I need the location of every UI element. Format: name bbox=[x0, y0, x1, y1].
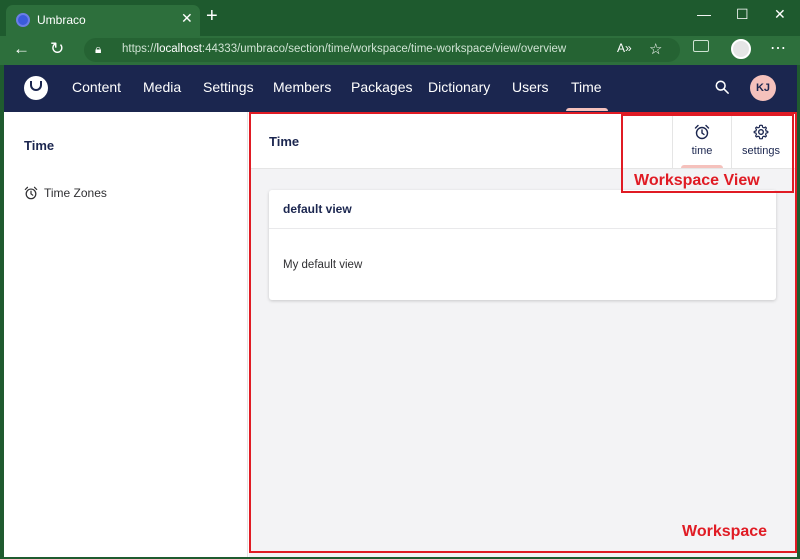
section-users[interactable]: Users bbox=[512, 79, 549, 95]
tab-title: Umbraco bbox=[37, 13, 86, 27]
workspace-annotation-label: Workspace bbox=[682, 523, 768, 540]
section-content[interactable]: Content bbox=[72, 79, 121, 95]
browser-toolbar: ← ↻ 🔒︎ https://localhost:44333/umbraco/s… bbox=[0, 36, 800, 65]
sidebar: Time Time Zones bbox=[4, 112, 248, 557]
user-avatar[interactable]: KJ bbox=[750, 75, 776, 101]
search-icon[interactable] bbox=[715, 80, 729, 94]
browser-tab[interactable]: Umbraco ✕ bbox=[6, 5, 200, 36]
workspace-view-annotation-label: Workspace View bbox=[634, 172, 760, 189]
section-members[interactable]: Members bbox=[273, 79, 331, 95]
active-section-indicator bbox=[566, 108, 608, 111]
umbraco-favicon-icon bbox=[16, 13, 30, 27]
maximize-button[interactable]: ☐ bbox=[736, 6, 749, 23]
tree-item-time-zones[interactable]: Time Zones bbox=[24, 186, 107, 200]
tree-item-label: Time Zones bbox=[44, 186, 107, 200]
alarm-clock-icon bbox=[24, 186, 38, 200]
url-text[interactable]: https://localhost:44333/umbraco/section/… bbox=[122, 43, 566, 55]
minimize-button[interactable]: — bbox=[697, 6, 711, 22]
sidebar-title: Time bbox=[24, 138, 55, 153]
tab-close-icon[interactable]: ✕ bbox=[181, 10, 193, 27]
address-bar[interactable]: 🔒︎ https://localhost:44333/umbraco/secti… bbox=[84, 38, 680, 62]
browser-profile-icon[interactable] bbox=[731, 39, 751, 59]
section-dictionary[interactable]: Dictionary bbox=[428, 79, 490, 95]
new-tab-button[interactable]: + bbox=[206, 6, 218, 26]
app-header: Content Media Settings Members Packages … bbox=[4, 65, 797, 112]
close-window-button[interactable]: ✕ bbox=[774, 6, 786, 23]
mail-icon[interactable] bbox=[693, 40, 709, 52]
back-arrow-icon[interactable]: ← bbox=[13, 39, 30, 59]
section-time[interactable]: Time bbox=[571, 79, 602, 95]
umbraco-logo-icon[interactable] bbox=[24, 76, 48, 100]
section-media[interactable]: Media bbox=[143, 79, 181, 95]
browser-titlebar: Umbraco ✕ + — ☐ ✕ bbox=[0, 0, 800, 36]
section-settings[interactable]: Settings bbox=[203, 79, 254, 95]
more-menu-icon[interactable]: ⋯ bbox=[770, 38, 786, 58]
section-packages[interactable]: Packages bbox=[351, 79, 412, 95]
reload-icon[interactable]: ↻ bbox=[50, 39, 64, 59]
read-aloud-icon[interactable]: A» bbox=[617, 41, 632, 55]
lock-icon[interactable]: 🔒︎ bbox=[95, 42, 101, 57]
favorite-star-icon[interactable]: ☆ bbox=[649, 40, 662, 58]
